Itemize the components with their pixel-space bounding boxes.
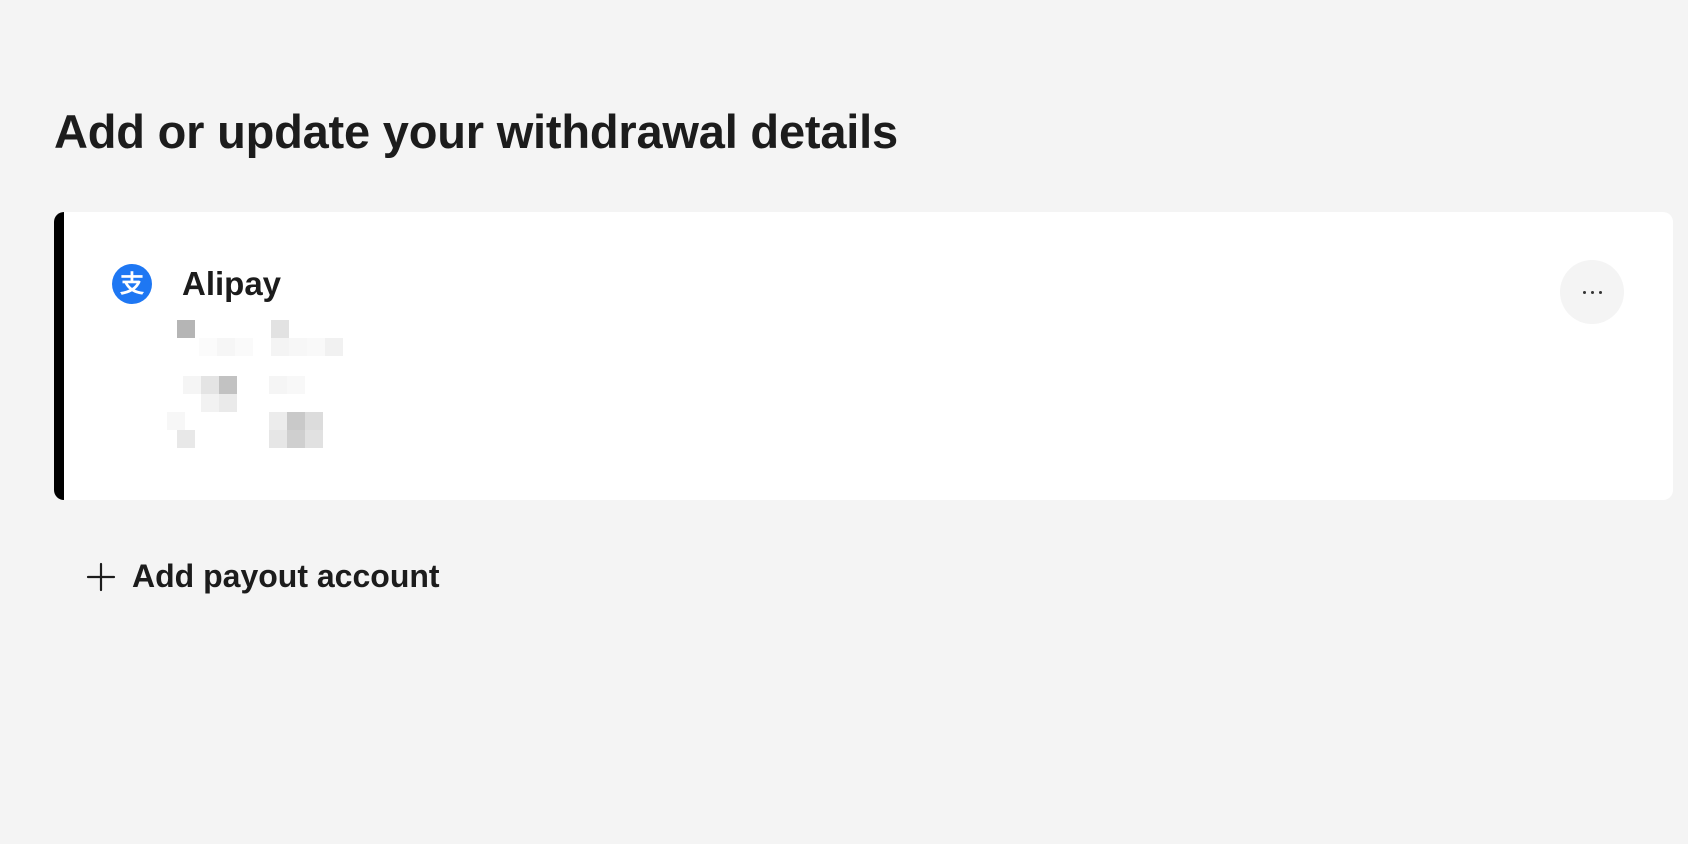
- redacted-account-details: [161, 320, 361, 454]
- ellipsis-icon: [1582, 290, 1586, 294]
- add-payout-account-label: Add payout account: [132, 558, 440, 594]
- add-payout-account-button[interactable]: Add payout account: [86, 558, 440, 595]
- payout-account-card[interactable]: 支 Alipay: [54, 212, 1673, 500]
- withdrawal-details-page: Add or update your withdrawal details 支 …: [0, 0, 1688, 844]
- alipay-logo-icon: 支: [112, 264, 152, 304]
- account-provider-name: Alipay: [182, 265, 282, 302]
- page-title: Add or update your withdrawal details: [54, 105, 898, 158]
- plus-icon: [86, 562, 116, 591]
- more-options-button[interactable]: [1560, 260, 1624, 324]
